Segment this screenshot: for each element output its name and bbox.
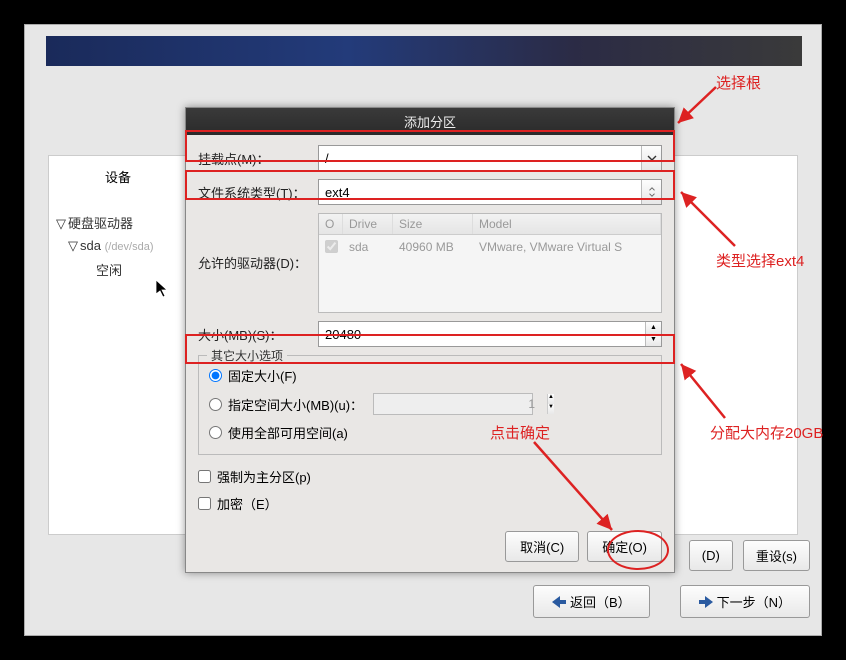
spin-up-icon: ▲	[548, 394, 554, 404]
radio-fillmax[interactable]: 使用全部可用空间(a)	[209, 419, 651, 446]
radio-fixed-label: 固定大小(F)	[228, 366, 297, 385]
size-input[interactable]	[319, 322, 645, 346]
fillto-spin: ▲▼	[373, 393, 533, 415]
nav-buttons: 返回（B） 下一步（N）	[533, 585, 810, 618]
allowed-drives-label: 允许的驱动器(D)：	[198, 213, 318, 272]
col-size: Size	[393, 214, 473, 234]
table-header: O Drive Size Model	[319, 214, 661, 235]
radio-fixed-input[interactable]	[209, 369, 222, 382]
spin-down-icon[interactable]: ▼	[646, 334, 661, 346]
col-drive: Drive	[343, 214, 393, 234]
dialog-title: 添加分区	[186, 108, 674, 135]
tree-item-sda[interactable]: ▽sda (/dev/sda)	[48, 235, 188, 257]
arrow-right-icon	[699, 596, 713, 608]
table-row[interactable]: sda 40960 MB VMware, VMware Virtual S	[319, 235, 661, 261]
fstype-label: 文件系统类型(T)：	[198, 183, 318, 202]
tree-item-hdd[interactable]: ▽硬盘驱动器	[48, 210, 188, 235]
radio-fillto-label: 指定空间大小(MB)(u)：	[228, 395, 363, 414]
arrow-left-icon	[552, 596, 566, 608]
size-options-group: 其它大小选项 固定大小(F) 指定空间大小(MB)(u)： ▲▼ 使用全部可用空…	[198, 355, 662, 455]
row-checkbox	[325, 240, 338, 253]
col-check: O	[319, 214, 343, 234]
radio-fillmax-input[interactable]	[209, 426, 222, 439]
tree-label: sda	[80, 238, 101, 253]
delete-button[interactable]: (D)	[689, 540, 733, 571]
encrypt-checkbox[interactable]	[198, 497, 211, 510]
primary-check[interactable]: 强制为主分区(p)	[198, 463, 662, 490]
radio-fillto[interactable]: 指定空间大小(MB)(u)： ▲▼	[209, 389, 651, 419]
size-spin[interactable]: ▲ ▼	[318, 321, 662, 347]
size-label: 大小(MB)(S)：	[198, 325, 318, 344]
radio-fillto-input[interactable]	[209, 398, 222, 411]
next-button[interactable]: 下一步（N）	[680, 585, 810, 618]
radio-fillmax-label: 使用全部可用空间(a)	[228, 423, 348, 442]
next-label: 下一步（N）	[717, 592, 791, 611]
device-tree: ▽硬盘驱动器 ▽sda (/dev/sda) 空闲	[48, 210, 188, 282]
cancel-button[interactable]: 取消(C)	[505, 531, 579, 562]
row-size: 40960 MB	[393, 237, 473, 259]
mount-point-value: /	[319, 151, 641, 166]
banner	[46, 36, 802, 66]
mouse-cursor	[156, 280, 170, 301]
device-column-header: 设备	[48, 163, 188, 193]
spin-down-icon: ▼	[548, 404, 554, 414]
radio-fixed[interactable]: 固定大小(F)	[209, 362, 651, 389]
col-model: Model	[473, 214, 661, 234]
encrypt-check[interactable]: 加密（E）	[198, 490, 662, 517]
tree-label: 硬盘驱动器	[68, 216, 133, 231]
back-label: 返回（B）	[570, 592, 631, 611]
back-button[interactable]: 返回（B）	[533, 585, 650, 618]
row-model: VMware, VMware Virtual S	[473, 237, 661, 259]
fstype-value: ext4	[319, 185, 641, 200]
spin-up-icon[interactable]: ▲	[646, 322, 661, 334]
ok-button[interactable]: 确定(O)	[587, 531, 662, 562]
panel-buttons: (D) 重设(s)	[689, 540, 810, 571]
fillto-input	[374, 394, 541, 414]
mount-point-label: 挂载点(M)：	[198, 149, 318, 168]
add-partition-dialog: 添加分区 挂载点(M)： / 文件系统类型(T)： ext4	[185, 107, 675, 573]
fstype-combo[interactable]: ext4	[318, 179, 662, 205]
reset-button[interactable]: 重设(s)	[743, 540, 810, 571]
primary-label: 强制为主分区(p)	[217, 467, 311, 486]
tree-path: (/dev/sda)	[105, 241, 154, 253]
primary-checkbox[interactable]	[198, 470, 211, 483]
chevron-down-icon[interactable]	[641, 146, 661, 170]
row-drive: sda	[343, 237, 393, 259]
mount-point-combo[interactable]: /	[318, 145, 662, 171]
allowed-drives-table[interactable]: O Drive Size Model sda 40960 MB VMware, …	[318, 213, 662, 313]
tree-item-free[interactable]: 空闲	[48, 257, 188, 282]
group-legend: 其它大小选项	[207, 347, 287, 364]
updown-icon[interactable]	[641, 180, 661, 204]
encrypt-label: 加密（E）	[217, 494, 278, 513]
